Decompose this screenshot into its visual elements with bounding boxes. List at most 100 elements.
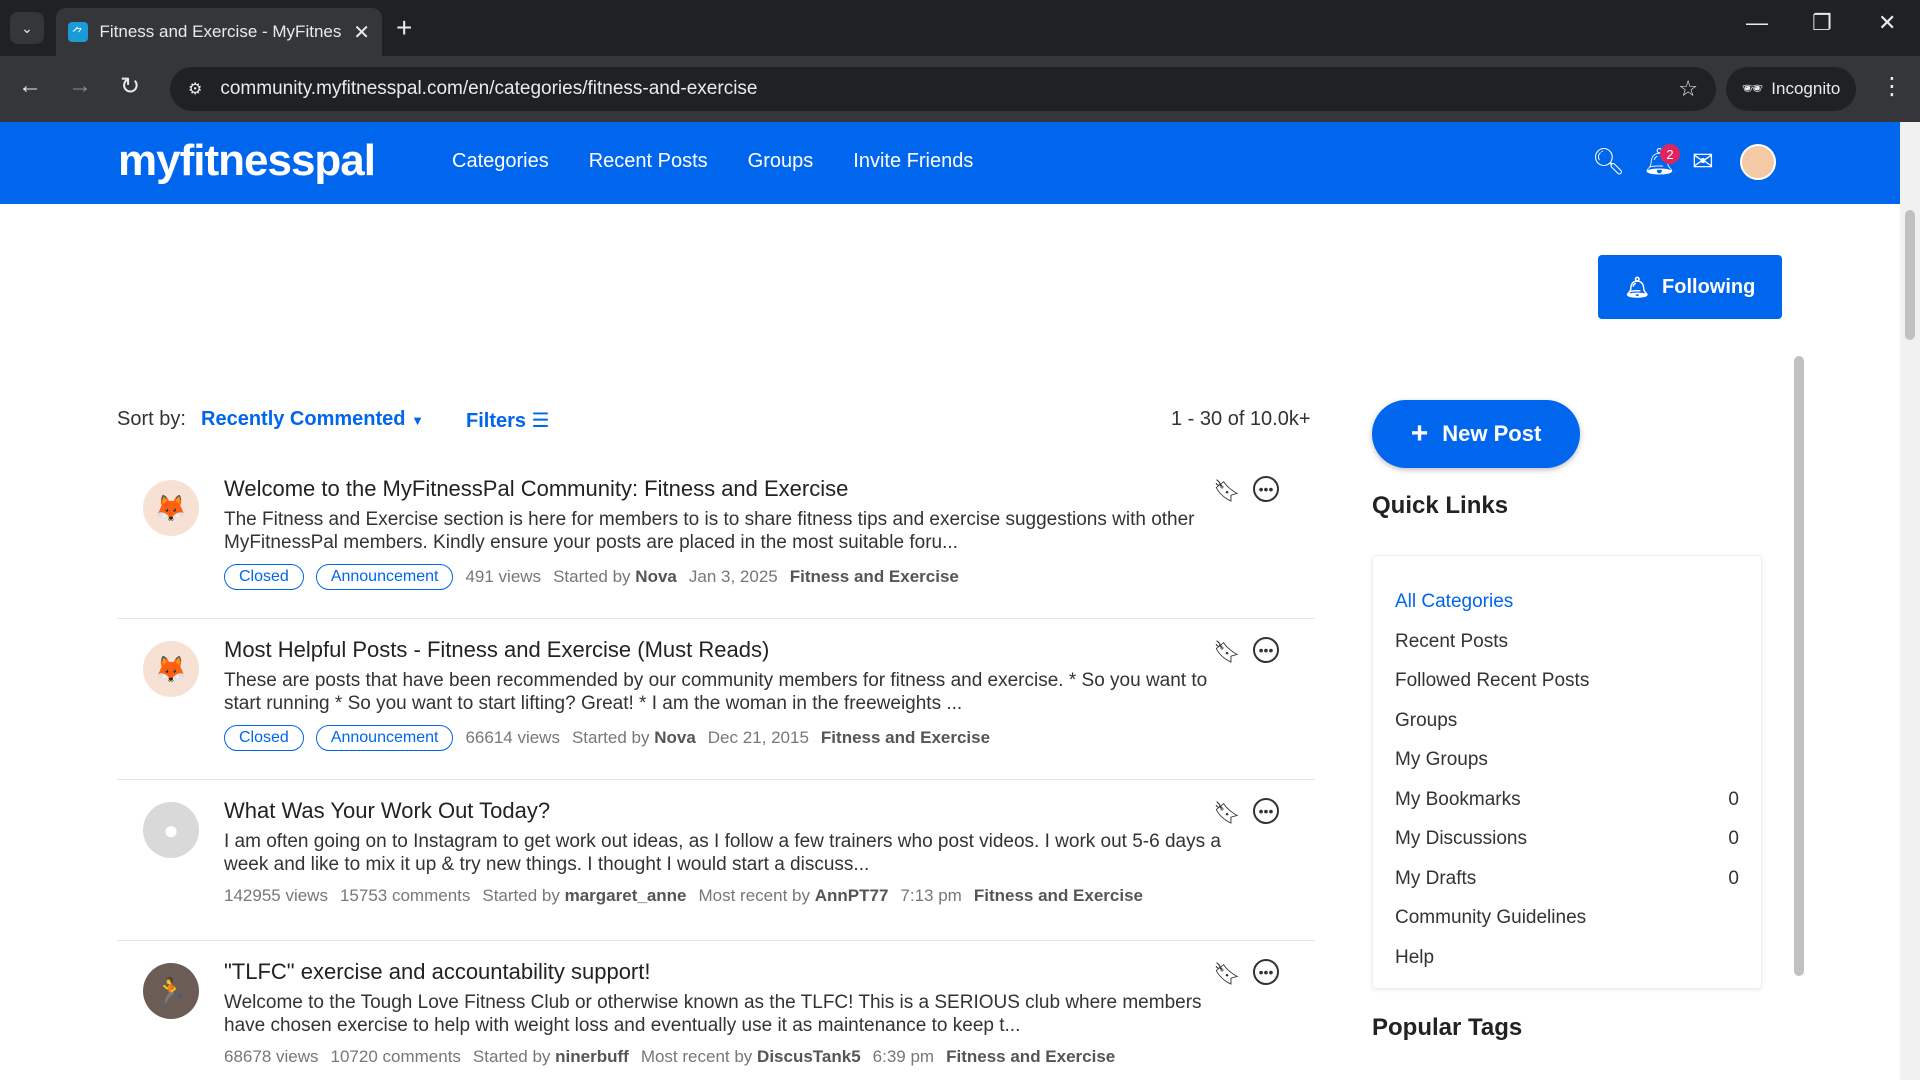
discussion-title[interactable]: "TLFC" exercise and accountability suppo…	[224, 959, 651, 985]
incognito-indicator[interactable]: 🕶 Incognito	[1726, 67, 1856, 111]
tag-announcement[interactable]: Announcement	[315, 564, 454, 590]
category-link[interactable]: Fitness and Exercise	[790, 567, 959, 587]
bookmark-star-icon[interactable]: ☆	[1678, 76, 1698, 102]
url-text[interactable]: community.myfitnesspal.com/en/categories…	[220, 78, 1678, 100]
forward-icon[interactable]: →	[68, 72, 92, 100]
nav-invite-friends[interactable]: Invite Friends	[853, 150, 973, 173]
recent-by-label: Most recent by	[640, 1047, 753, 1066]
discussion-title[interactable]: What Was Your Work Out Today?	[224, 798, 550, 824]
staff-avatar[interactable]: 🦊	[143, 480, 199, 536]
author-link[interactable]: Nova	[635, 567, 677, 586]
tag-closed[interactable]: Closed	[224, 564, 304, 590]
tab-title: Fitness and Exercise - MyFitnes	[99, 22, 342, 41]
caret-down-icon: ▼	[411, 413, 424, 428]
sidebar-scrollbar-thumb[interactable]	[1794, 356, 1804, 976]
minimize-icon[interactable]: —	[1746, 10, 1768, 36]
tag-closed[interactable]: Closed	[224, 725, 304, 751]
incognito-label: Incognito	[1771, 79, 1841, 98]
category-link[interactable]: Fitness and Exercise	[821, 728, 990, 748]
site-info-icon[interactable]: ⚙	[188, 79, 202, 99]
quick-link-community-guidelines[interactable]: Community Guidelines	[1395, 898, 1739, 938]
quick-link-label: Community Guidelines	[1395, 907, 1587, 928]
author-link[interactable]: ninerbuff	[555, 1047, 629, 1066]
filters-button[interactable]: Filters ☰	[466, 408, 550, 433]
bookmark-icon[interactable]: 🔖︎	[1213, 961, 1241, 987]
quick-link-recent-posts[interactable]: Recent Posts	[1395, 622, 1739, 662]
discussion-item: 🏃 "TLFC" exercise and accountability sup…	[117, 941, 1315, 1080]
quick-link-my-discussions[interactable]: My Discussions 0	[1395, 819, 1739, 859]
post-date: Dec 21, 2015	[707, 728, 809, 747]
staff-avatar[interactable]: 🦊	[143, 641, 199, 697]
restore-icon[interactable]: ❐	[1812, 10, 1832, 36]
browser-tab[interactable]: ⺈ Fitness and Exercise - MyFitnes ✕	[56, 8, 382, 56]
site-favicon-icon: ⺈	[68, 22, 88, 42]
author-link[interactable]: Nova	[654, 728, 696, 747]
quick-links-heading: Quick Links	[1372, 492, 1509, 519]
nav-categories[interactable]: Categories	[452, 150, 549, 173]
author-link[interactable]: margaret_anne	[565, 886, 687, 905]
started-by-label: Started by	[482, 886, 560, 905]
quick-link-label: All Categories	[1395, 591, 1514, 612]
back-icon[interactable]: ←	[18, 72, 42, 100]
sort-dropdown[interactable]: Recently Commented ▼	[201, 408, 424, 431]
view-count: 142955 views	[224, 886, 328, 905]
reload-icon[interactable]: ↻	[120, 72, 140, 101]
quick-link-count: 0	[1728, 828, 1739, 849]
following-button[interactable]: 🔔︎ Following	[1598, 255, 1782, 319]
recent-author-link[interactable]: DiscusTank5	[757, 1047, 861, 1066]
result-count: 1 - 30 of 10.0k+	[1171, 408, 1311, 430]
quick-link-my-bookmarks[interactable]: My Bookmarks 0	[1395, 780, 1739, 820]
default-avatar[interactable]: ●	[143, 802, 199, 858]
quick-link-label: My Groups	[1395, 749, 1488, 770]
nav-recent-posts[interactable]: Recent Posts	[589, 150, 708, 173]
nav-groups[interactable]: Groups	[748, 150, 814, 173]
quick-link-label: Recent Posts	[1395, 630, 1508, 652]
quick-link-label: Help	[1395, 946, 1435, 968]
myfitnesspal-logo[interactable]: myfitnesspal	[118, 136, 376, 186]
quick-link-label: My Drafts	[1395, 867, 1477, 889]
bookmark-icon[interactable]: 🔖︎	[1213, 800, 1241, 826]
tag-announcement[interactable]: Announcement	[315, 725, 454, 751]
recent-author-link[interactable]: AnnPT77	[815, 886, 889, 905]
search-icon[interactable]: 🔍︎	[1592, 146, 1625, 177]
quick-link-label: My Bookmarks	[1395, 788, 1521, 810]
tab-close-icon[interactable]: ✕	[353, 20, 370, 45]
browser-toolbar: ← → ↻ ⚙ community.myfitnesspal.com/en/ca…	[0, 56, 1920, 122]
quick-link-label: My Discussions	[1395, 828, 1527, 849]
sort-label: Sort by:	[117, 408, 186, 430]
user-photo-avatar[interactable]: 🏃	[143, 963, 199, 1019]
page-scrollbar-thumb[interactable]	[1905, 210, 1915, 340]
user-avatar[interactable]	[1740, 144, 1776, 180]
window-close-icon[interactable]: ✕	[1878, 10, 1896, 36]
bookmark-icon[interactable]: 🔖︎	[1213, 639, 1241, 665]
recent-by-label: Most recent by	[698, 886, 811, 905]
discussion-list: 🦊 Welcome to the MyFitnessPal Community:…	[117, 458, 1315, 1080]
view-count: 68678 views	[224, 1047, 319, 1066]
more-options-icon[interactable]: •••	[1253, 959, 1279, 985]
browser-menu-icon[interactable]: ⋮	[1880, 72, 1904, 101]
more-options-icon[interactable]: •••	[1253, 798, 1279, 824]
main-nav: Categories Recent Posts Groups Invite Fr…	[452, 150, 973, 173]
discussion-title[interactable]: Most Helpful Posts - Fitness and Exercis…	[224, 637, 769, 663]
messages-envelope-icon[interactable]: ✉	[1692, 146, 1714, 177]
discussion-meta: 68678 views 10720 comments Started by ni…	[224, 1047, 1115, 1067]
quick-link-groups[interactable]: Groups	[1395, 701, 1739, 741]
address-bar[interactable]: ⚙ community.myfitnesspal.com/en/categori…	[170, 67, 1716, 111]
more-options-icon[interactable]: •••	[1253, 476, 1279, 502]
category-link[interactable]: Fitness and Exercise	[946, 1047, 1115, 1067]
bell-icon: 🔔︎	[1624, 276, 1651, 299]
tab-search-chevron-icon[interactable]: ⌄	[10, 12, 44, 44]
quick-link-all-categories[interactable]: All Categories	[1395, 582, 1739, 622]
quick-link-followed-recent-posts[interactable]: Followed Recent Posts	[1395, 661, 1739, 701]
new-post-button[interactable]: + New Post	[1372, 400, 1580, 468]
new-tab-icon[interactable]: +	[396, 12, 412, 44]
quick-link-label: Followed Recent Posts	[1395, 670, 1590, 691]
quick-link-my-drafts[interactable]: My Drafts 0	[1395, 859, 1739, 899]
bookmark-icon[interactable]: 🔖︎	[1213, 478, 1241, 504]
category-link[interactable]: Fitness and Exercise	[974, 886, 1143, 906]
discussion-title[interactable]: Welcome to the MyFitnessPal Community: F…	[224, 476, 848, 502]
quick-link-help[interactable]: Help	[1395, 938, 1739, 978]
quick-link-my-groups[interactable]: My Groups	[1395, 740, 1739, 780]
more-options-icon[interactable]: •••	[1253, 637, 1279, 663]
started-by-label: Started by	[553, 567, 631, 586]
